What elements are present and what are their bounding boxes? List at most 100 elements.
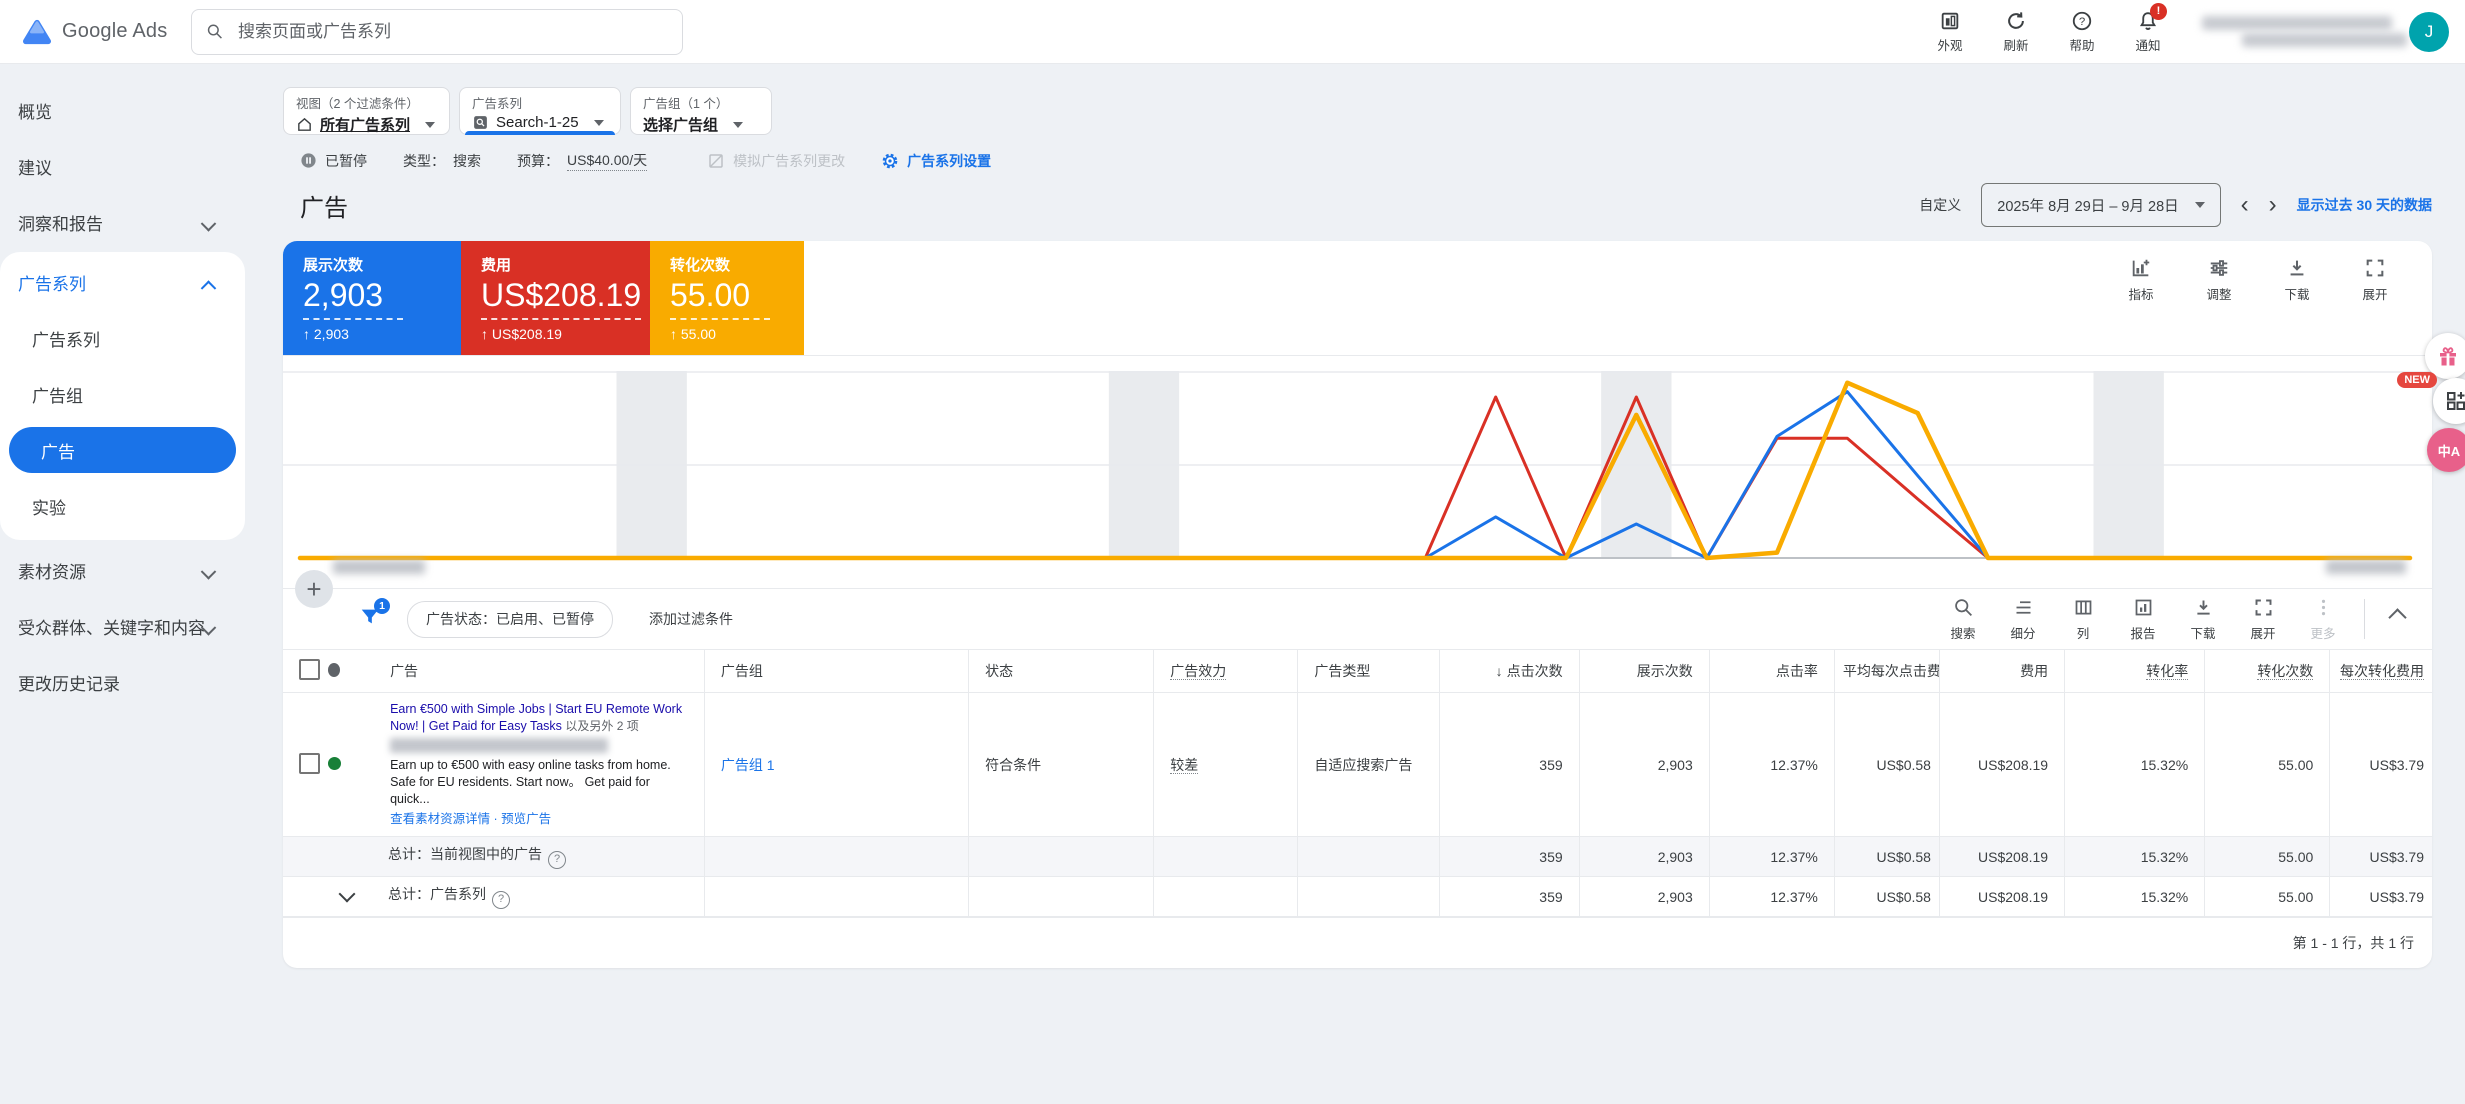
ad-status-filter-chip[interactable]: 广告状态：已启用、已暂停 [407,601,613,638]
sidebar-item-ad-groups[interactable]: 广告组 [0,366,245,422]
x-axis-label-end-redacted [2326,560,2406,574]
sidebar-item-ads-selected[interactable]: 广告 [9,427,236,473]
table-segment-button[interactable]: 细分 [1998,597,2048,642]
column-header-status[interactable]: 状态 [969,650,1154,693]
global-search-input[interactable] [236,21,668,43]
date-range-picker[interactable]: 2025年 8月 29日 – 9月 28日 [1981,183,2220,227]
column-header-ad-group[interactable]: 广告组 [704,650,968,693]
notifications-button[interactable]: ! 通知 [2122,10,2174,54]
translate-extension-button[interactable]: 中A [2427,428,2465,472]
sidebar-item-overview[interactable]: 概览 [0,82,283,138]
page-header: 广告 自定义 2025年 8月 29日 – 9月 28日 ‹ › 显示过去 30… [300,183,2432,227]
avatar[interactable]: J [2409,12,2449,52]
chart-tool-label: 指标 [2128,284,2153,303]
refresh-icon [2005,10,2027,32]
enabled-status-dot[interactable] [328,757,341,770]
column-header-impressions[interactable]: 展示次数 [1579,650,1709,693]
chart-adjust-button[interactable]: 调整 [2194,257,2244,355]
chart-expand-button[interactable]: 展开 [2350,257,2400,355]
scorecard-delta: ↑ US$208.19 [481,326,650,342]
sidebar-item-campaigns-group[interactable]: 广告系列 [0,254,245,310]
sidebar-item-insights[interactable]: 洞察和报告 [0,194,283,250]
campaign-paused-status[interactable]: 已暂停 [300,151,367,171]
main-content: 视图（2 个过滤条件） 所有广告系列 广告系列 [283,64,2465,968]
scorecard-conversions[interactable]: 转化次数 55.00 ↑ 55.00 [650,241,804,355]
sidebar-item-recommendations[interactable]: 建议 [0,138,283,194]
row-checkbox[interactable] [299,753,320,774]
table-download-button[interactable]: 下载 [2178,597,2228,642]
expand-icon [2253,597,2274,618]
column-header-avg-cpc[interactable]: 平均每次点击费 [1834,650,1939,693]
appearance-button[interactable]: 外观 [1924,10,1976,54]
notifications-label: 通知 [2135,35,2160,54]
performance-chart[interactable] [283,356,2432,588]
budget-label: 预算： [517,151,559,171]
sidebar-item-experiments[interactable]: 实验 [0,478,245,534]
conv-rate-cell: 15.32% [2065,693,2205,837]
filter-count-badge: 1 [374,598,390,614]
chart-tool-label: 下载 [2284,284,2309,303]
ad-strength-cell[interactable]: 较差 [1170,757,1198,774]
column-header-clicks-sorted[interactable]: ↓点击次数 [1439,650,1579,693]
help-circle-icon[interactable]: ? [548,851,566,869]
table-tool-label: 下载 [2190,623,2215,642]
summary-label: 总计：广告系列 [388,886,486,902]
column-header-conversions[interactable]: 转化次数 [2205,650,2330,693]
budget-value[interactable]: US$40.00/天 [567,150,647,171]
table-expand-button[interactable]: 展开 [2238,597,2288,642]
table-report-button[interactable]: 报告 [2118,597,2168,642]
ad-group-link[interactable]: 广告组 1 [721,757,775,773]
ad-detail-links[interactable]: 查看素材资源详情 · 预览广告 [390,811,688,828]
select-all-checkbox[interactable] [299,659,320,680]
scorecard-delta: ↑ 2,903 [303,326,461,342]
add-filter-button[interactable]: 添加过滤条件 [649,609,733,629]
chart-download-button[interactable]: 下载 [2272,257,2322,355]
sum-clicks: 359 [1439,877,1579,917]
view-filter-select[interactable]: 视图（2 个过滤条件） 所有广告系列 [283,87,450,135]
ctr-cell: 12.37% [1709,693,1834,837]
column-header-ad-strength[interactable]: 广告效力 [1154,650,1298,693]
sidebar-item-campaigns[interactable]: 广告系列 [0,310,245,366]
column-header-ad-type[interactable]: 广告类型 [1298,650,1439,693]
campaign-filter-select[interactable]: 广告系列 Search-1-25 [459,87,621,135]
help-circle-icon[interactable]: ? [492,891,510,909]
previous-period-button[interactable]: ‹ [2241,193,2249,217]
campaign-settings-button[interactable]: 广告系列设置 [881,151,991,171]
next-period-button[interactable]: › [2269,193,2277,217]
column-header-conv-rate[interactable]: 转化率 [2065,650,2205,693]
filter-funnel-button[interactable]: 1 [359,606,381,633]
column-header-ctr[interactable]: 点击率 [1709,650,1834,693]
summary-row-ads-in-view: 总计：当前视图中的广告? 359 2,903 12.37% US$0.58 US… [283,837,2432,877]
adgroup-filter-select[interactable]: 广告组（1 个） 选择广告组 [630,87,772,135]
add-ad-button[interactable]: + [295,570,333,608]
column-header-cost-per-conv[interactable]: 每次转化费用 [2330,650,2432,693]
pagination-status: 第 1 - 1 行，共 1 行 [2293,933,2414,953]
column-header-ad[interactable]: 广告 [366,650,704,693]
search-icon [1953,597,1974,618]
translate-glyph: 中A [2438,441,2460,460]
global-search[interactable] [191,9,683,55]
help-button[interactable]: ? 帮助 [2056,10,2108,54]
sidebar-item-assets[interactable]: 素材资源 [0,542,283,598]
sum-clicks: 359 [1439,837,1579,877]
expand-summary-chevron[interactable] [339,885,356,902]
scorecard-cost[interactable]: 费用 US$208.19 ↑ US$208.19 [461,241,650,355]
scorecard-impressions[interactable]: 展示次数 2,903 ↑ 2,903 [283,241,461,355]
view-filter-value: 所有广告系列 [320,114,410,135]
table-columns-button[interactable]: 列 [2058,597,2108,642]
google-ads-logo[interactable]: Google Ads [0,18,191,46]
table-search-button[interactable]: 搜索 [1938,597,1988,642]
sum-conv-rate: 15.32% [2065,837,2205,877]
campaign-budget[interactable]: 预算： US$40.00/天 [517,150,647,171]
sidebar-item-label: 建议 [18,154,52,179]
show-last-30-days-link[interactable]: 显示过去 30 天的数据 [2297,195,2432,215]
sidebar-item-change-history[interactable]: 更改历史记录 [0,654,283,710]
column-header-cost[interactable]: 费用 [1939,650,2064,693]
sidebar-item-audiences[interactable]: 受众群体、关键字和内容 [0,598,283,654]
notification-badge: ! [2150,3,2167,20]
collapse-table-button[interactable] [2381,597,2414,637]
performance-chart-area [283,356,2432,588]
refresh-button[interactable]: 刷新 [1990,10,2042,54]
scorecard-value: 2,903 [303,277,403,320]
chart-metrics-button[interactable]: 指标 [2116,257,2166,355]
